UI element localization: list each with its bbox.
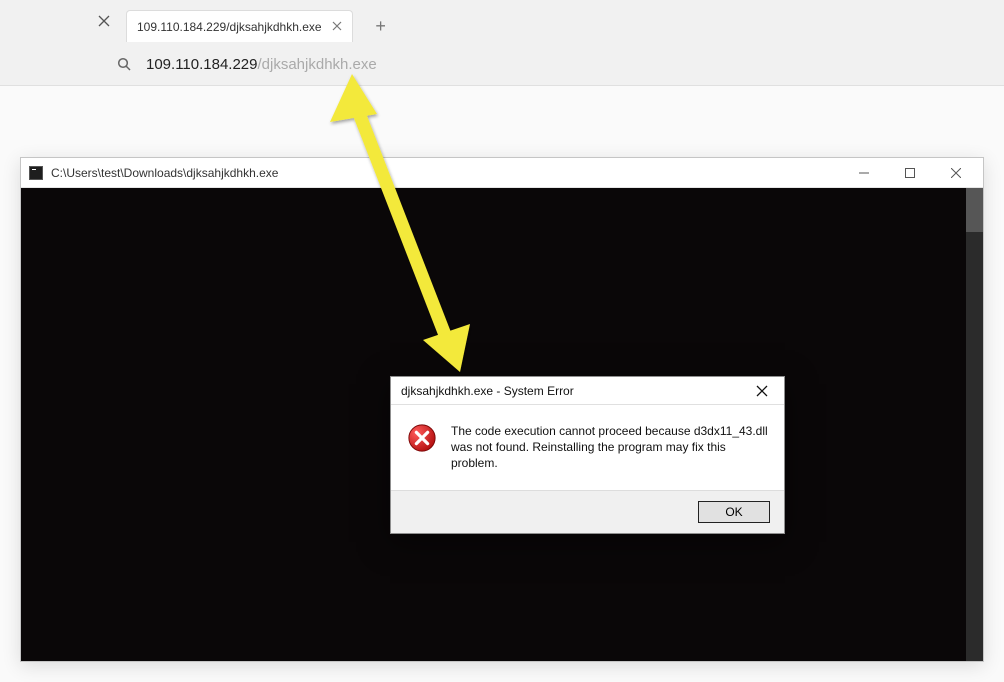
scrollbar[interactable] — [966, 188, 983, 661]
new-tab-button[interactable]: + — [367, 12, 395, 40]
ok-button[interactable]: OK — [698, 501, 770, 523]
dialog-footer: OK — [391, 490, 784, 533]
console-title-left: C:\Users\test\Downloads\djksahjkdhkh.exe — [29, 166, 278, 180]
window-controls — [841, 158, 979, 188]
dialog-titlebar[interactable]: djksahjkdhkh.exe - System Error — [391, 377, 784, 405]
browser-chrome: 109.110.184.229/djksahjkdhkh.exe + 109.1… — [0, 0, 1004, 86]
tab-strip: 109.110.184.229/djksahjkdhkh.exe + — [0, 0, 1004, 42]
address-bar[interactable]: 109.110.184.229/djksahjkdhkh.exe — [0, 42, 1004, 86]
active-tab[interactable]: 109.110.184.229/djksahjkdhkh.exe — [126, 10, 353, 42]
dialog-title: djksahjkdhkh.exe - System Error — [401, 384, 574, 398]
search-icon — [116, 56, 132, 72]
maximize-button[interactable] — [887, 158, 933, 188]
console-title: C:\Users\test\Downloads\djksahjkdhkh.exe — [51, 166, 278, 180]
address-host: 109.110.184.229 — [146, 56, 258, 73]
window-close-button[interactable] — [933, 158, 979, 188]
dialog-close-button[interactable] — [746, 379, 778, 403]
tab-title: 109.110.184.229/djksahjkdhkh.exe — [137, 20, 322, 34]
console-titlebar[interactable]: C:\Users\test\Downloads\djksahjkdhkh.exe — [21, 158, 983, 188]
dialog-body: The code execution cannot proceed becaus… — [391, 405, 784, 490]
error-dialog: djksahjkdhkh.exe - System Error The code… — [390, 376, 785, 534]
tab-close-icon[interactable] — [332, 19, 342, 34]
minimize-button[interactable] — [841, 158, 887, 188]
error-icon — [407, 423, 437, 472]
prev-tab-close-icon[interactable] — [98, 14, 112, 28]
dialog-message: The code execution cannot proceed becaus… — [451, 423, 768, 472]
address-path: /djksahjkdhkh.exe — [258, 56, 377, 73]
terminal-icon — [29, 166, 43, 180]
scrollbar-thumb[interactable] — [966, 188, 983, 232]
